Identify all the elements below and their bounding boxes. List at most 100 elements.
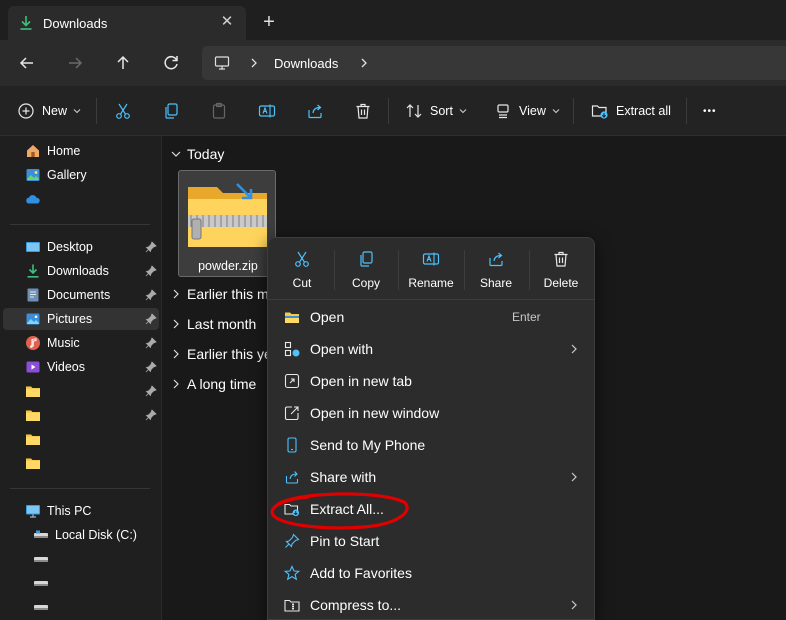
chevron-right-icon: [173, 289, 179, 299]
new-tab-button[interactable]: +: [259, 12, 279, 32]
context-cut-button[interactable]: Cut: [271, 246, 333, 294]
context-action-label: Cut: [292, 276, 312, 290]
new-tab-icon: [284, 373, 300, 389]
chevron-down-icon: [73, 109, 81, 114]
copy-icon: [360, 251, 373, 267]
pin-icon[interactable]: [145, 385, 157, 397]
menu-item-add-to-favorites[interactable]: Add to Favorites: [272, 558, 592, 588]
share-button[interactable]: [306, 100, 324, 122]
context-rename-button[interactable]: Rename: [400, 246, 462, 294]
delete-button[interactable]: [354, 100, 372, 122]
menu-item-pin-to-start[interactable]: Pin to Start: [272, 526, 592, 556]
phone-icon: [287, 437, 297, 453]
breadcrumb-downloads[interactable]: Downloads: [274, 56, 338, 71]
refresh-icon[interactable]: [159, 51, 183, 75]
chevron-right-icon: [173, 379, 179, 389]
chevron-right-icon[interactable]: [358, 55, 370, 71]
pin-icon[interactable]: [145, 409, 157, 421]
menu-item-label: Open with: [310, 341, 374, 357]
group-header-earlier-this-year[interactable]: Earlier this ye: [171, 343, 272, 365]
sidebar-item-gallery[interactable]: Gallery: [3, 164, 159, 186]
sidebar-item-desktop[interactable]: Desktop: [3, 236, 159, 258]
sidebar-item-pictures[interactable]: Pictures: [3, 308, 159, 330]
pin-icon[interactable]: [145, 289, 157, 301]
menu-item-open-in-new-window[interactable]: Open in new window: [272, 398, 592, 428]
extract-all-button[interactable]: Extract all: [591, 100, 671, 122]
context-delete-button[interactable]: Delete: [530, 246, 592, 294]
menu-item-open-with[interactable]: Open with: [272, 334, 592, 364]
file-item-powder-zip[interactable]: powder.zip: [178, 170, 276, 277]
menu-item-share-with[interactable]: Share with: [272, 462, 592, 492]
sidebar-item-label: Local Disk (C:): [55, 528, 137, 542]
chevron-down-icon: [552, 109, 560, 114]
forward-arrow-icon[interactable]: [63, 51, 87, 75]
cut-button[interactable]: [114, 100, 132, 122]
group-header-last-month[interactable]: Last month: [171, 313, 256, 335]
videos-icon: [26, 361, 40, 373]
view-button[interactable]: View: [494, 100, 560, 122]
sidebar-item-music[interactable]: Music: [3, 332, 159, 354]
open-folder-icon: [285, 312, 299, 323]
pin-icon[interactable]: [145, 361, 157, 373]
sidebar-item-label: Gallery: [47, 168, 87, 182]
sidebar-item-onedrive[interactable]: [3, 188, 159, 210]
paste-button[interactable]: [210, 100, 228, 122]
cut-icon: [295, 251, 309, 267]
view-label: View: [519, 104, 546, 118]
sidebar-item-documents[interactable]: Documents: [3, 284, 159, 306]
drive-icon: [34, 530, 48, 538]
chevron-right-icon: [571, 600, 577, 610]
sidebar-item-folder[interactable]: [3, 380, 159, 402]
close-icon[interactable]: ✕: [218, 13, 236, 31]
open-with-icon: [284, 341, 300, 357]
sidebar-item-this-pc[interactable]: This PC: [3, 500, 159, 522]
command-bar: New Sort View Extract all •••: [0, 86, 786, 136]
sidebar-item-downloads[interactable]: Downloads: [3, 260, 159, 282]
pin-icon[interactable]: [145, 265, 157, 277]
sidebar-item-label: Videos: [47, 360, 85, 374]
group-label: Earlier this m: [187, 286, 269, 302]
title-bar: Downloads ✕ +: [0, 0, 786, 40]
address-bar[interactable]: Downloads: [202, 46, 786, 80]
new-button[interactable]: New: [17, 100, 81, 122]
music-icon: [26, 336, 40, 350]
chevron-right-icon: [173, 319, 179, 329]
pin-icon[interactable]: [145, 337, 157, 349]
group-header-a-long-time-ago[interactable]: A long time: [171, 373, 256, 395]
pin-icon: [285, 533, 300, 548]
context-separator: [398, 250, 399, 290]
sidebar-item-home[interactable]: Home: [3, 140, 159, 162]
sidebar-item-folder[interactable]: [3, 428, 159, 450]
context-copy-button[interactable]: Copy: [335, 246, 397, 294]
menu-item-open[interactable]: Open Enter: [272, 302, 592, 332]
rename-button[interactable]: [258, 100, 276, 122]
group-header-earlier-this-month[interactable]: Earlier this m: [171, 283, 269, 305]
pin-icon[interactable]: [145, 313, 157, 325]
delete-icon: [356, 103, 370, 119]
copy-button[interactable]: [162, 100, 180, 122]
menu-item-send-to-my-phone[interactable]: Send to My Phone: [272, 430, 592, 460]
sidebar-item-folder[interactable]: [3, 404, 159, 426]
menu-item-open-in-new-tab[interactable]: Open in new tab: [272, 366, 592, 396]
pin-icon[interactable]: [145, 241, 157, 253]
sort-button[interactable]: Sort: [405, 100, 467, 122]
menu-item-compress-to[interactable]: Compress to...: [272, 590, 592, 619]
sidebar-item-folder[interactable]: [3, 452, 159, 474]
menu-item-label: Open in new tab: [310, 373, 412, 389]
back-arrow-icon[interactable]: [15, 51, 39, 75]
chevron-right-icon[interactable]: [248, 55, 260, 71]
toolbar-separator: [573, 98, 574, 124]
context-share-button[interactable]: Share: [465, 246, 527, 294]
sidebar-item-drive[interactable]: [3, 596, 159, 618]
this-pc-icon: [26, 505, 40, 518]
sidebar-item-videos[interactable]: Videos: [3, 356, 159, 378]
sidebar-item-local-disk[interactable]: Local Disk (C:): [3, 524, 159, 546]
sidebar-item-drive[interactable]: [3, 548, 159, 570]
more-options-button[interactable]: •••: [703, 100, 717, 122]
up-arrow-icon[interactable]: [111, 51, 135, 75]
tab-downloads[interactable]: Downloads ✕: [8, 6, 246, 40]
sidebar-item-drive[interactable]: [3, 572, 159, 594]
sort-label: Sort: [430, 104, 453, 118]
menu-item-extract-all[interactable]: Extract All...: [272, 494, 592, 524]
group-header-today[interactable]: Today: [171, 143, 224, 165]
